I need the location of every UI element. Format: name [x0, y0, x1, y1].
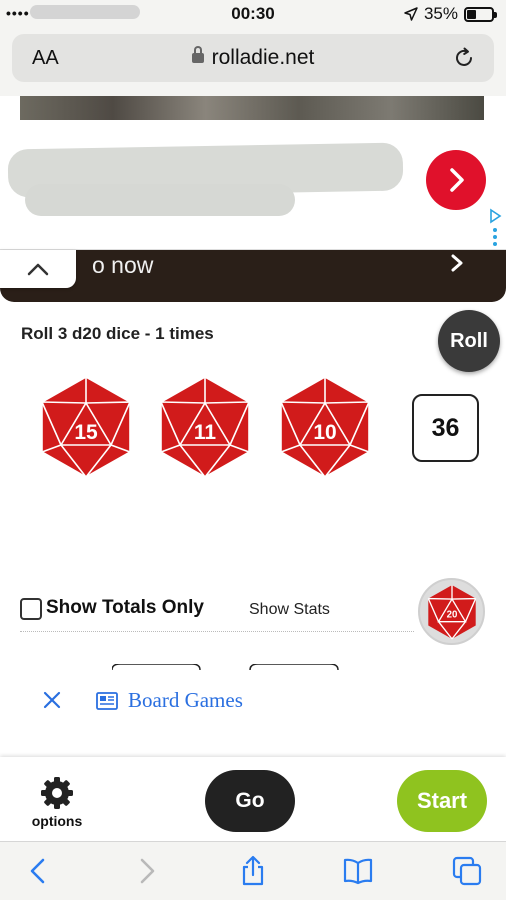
redaction-smudge: [25, 184, 295, 216]
die-result[interactable]: 15: [40, 375, 132, 479]
show-totals-only-label[interactable]: Show Totals Only: [46, 597, 204, 619]
back-icon[interactable]: [22, 855, 54, 887]
url-text: rolladie.net: [211, 46, 315, 69]
browser-toolbar: [0, 841, 506, 900]
battery-percent: 35%: [423, 4, 458, 23]
app-action-bar: options Go Start: [0, 757, 506, 841]
adchoices-icon[interactable]: [488, 208, 502, 246]
chevron-up-icon: [27, 263, 49, 276]
ad-banner[interactable]: [0, 96, 506, 250]
d20-icon: 20: [427, 584, 476, 639]
dice-type-badge: 20: [446, 609, 457, 620]
display-options-row: Show Totals Only Show Stats: [20, 594, 414, 632]
die-value: 11: [193, 421, 217, 444]
status-bar: •••• 00:30 35%: [0, 0, 506, 30]
dice-type-button[interactable]: 20: [418, 578, 485, 645]
chevron-right-icon: [450, 168, 464, 192]
status-right: 35%: [404, 4, 497, 24]
bookmarks-icon[interactable]: [342, 855, 374, 887]
board-games-link[interactable]: Board Games: [96, 688, 243, 713]
close-icon[interactable]: [42, 690, 62, 710]
lock-icon: [191, 46, 204, 63]
forward-icon[interactable]: [131, 855, 163, 887]
options-button[interactable]: options: [22, 775, 92, 831]
location-arrow-icon: [404, 7, 418, 21]
ad-photo: [20, 96, 484, 120]
address-bar-area: AA rolladie.net: [0, 30, 506, 96]
roll-button[interactable]: Roll: [438, 310, 500, 372]
show-totals-only-checkbox[interactable]: [20, 598, 42, 620]
start-button[interactable]: Start: [397, 770, 487, 832]
go-button[interactable]: Go: [205, 770, 295, 832]
collapse-ad-button[interactable]: [0, 250, 76, 288]
address-bar[interactable]: AA rolladie.net: [12, 34, 494, 82]
partial-buttons-edge: [112, 664, 339, 670]
gear-icon: [41, 777, 73, 809]
url-display[interactable]: rolladie.net: [12, 46, 494, 70]
die-result[interactable]: 11: [159, 375, 251, 479]
die-value: 10: [313, 421, 337, 444]
options-label: options: [31, 813, 83, 829]
ad-arrow-button[interactable]: [426, 150, 486, 210]
share-icon[interactable]: [237, 855, 269, 887]
board-games-label: Board Games: [128, 688, 243, 712]
roll-total: 36: [412, 394, 479, 462]
die-value: 15: [74, 421, 98, 444]
tabs-icon[interactable]: [451, 855, 483, 887]
chevron-right-icon: [451, 254, 463, 272]
roll-description: Roll 3 d20 dice - 1 times: [21, 324, 214, 343]
battery-icon: [464, 6, 497, 22]
article-icon: [96, 691, 118, 710]
show-stats-link[interactable]: Show Stats: [249, 601, 330, 619]
ad-cta-text: o now: [92, 252, 154, 278]
die-result[interactable]: 10: [279, 375, 371, 479]
reload-icon[interactable]: [452, 46, 476, 70]
